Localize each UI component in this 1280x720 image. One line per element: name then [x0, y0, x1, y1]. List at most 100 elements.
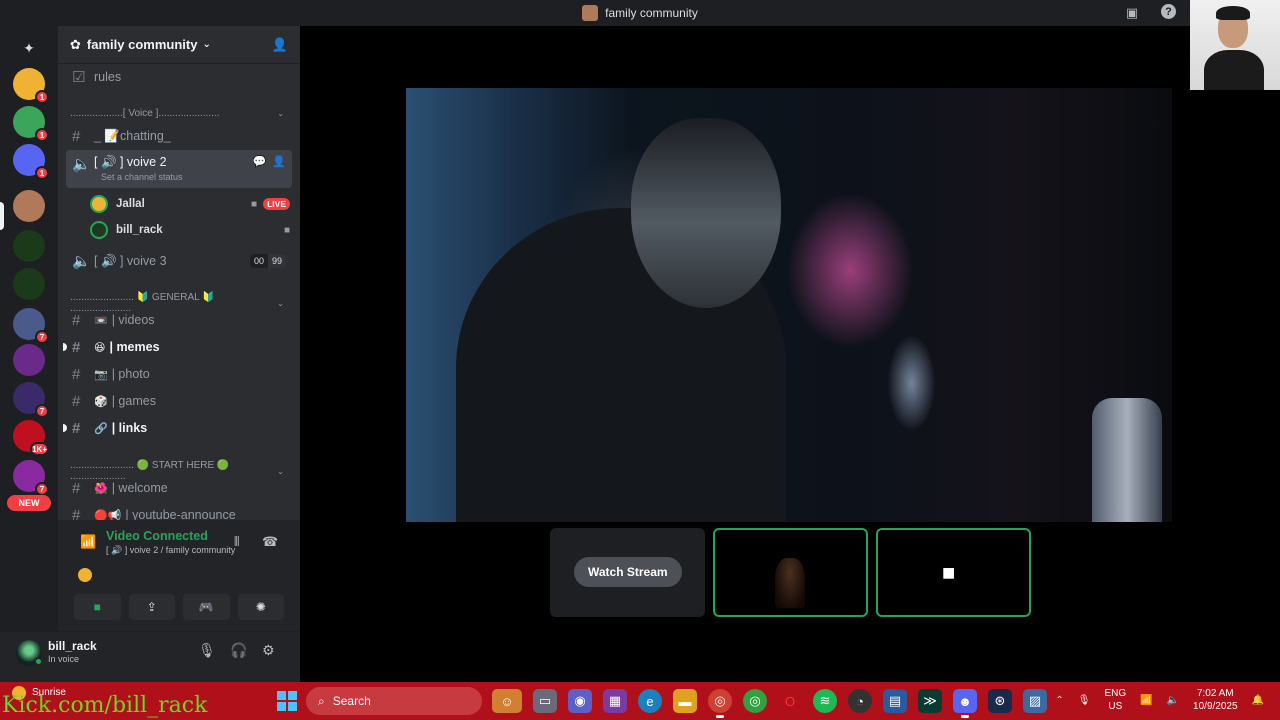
category-voice[interactable]: ...................[ Voice ]............…	[70, 108, 284, 119]
hash-icon: #	[72, 127, 81, 145]
server-icon-server-2[interactable]: 1	[13, 106, 49, 142]
server-icon-server-10[interactable]: 1K+	[13, 420, 49, 456]
store-icon[interactable]: ▦	[603, 689, 627, 713]
server-icon-discord-server[interactable]: 1	[13, 144, 49, 180]
notification-bell-icon[interactable]: 🔔	[1252, 695, 1264, 706]
voice-status-title[interactable]: Video Connected	[106, 529, 208, 543]
channel-links[interactable]: # 🔗 | links	[63, 415, 292, 441]
speaker-icon: 🔈	[72, 253, 91, 270]
speaker-icon: 🔈	[72, 156, 91, 173]
stream-tile[interactable]: Watch Stream	[550, 528, 705, 617]
server-icon-server-7[interactable]: 7	[13, 308, 49, 344]
participant-video-tile[interactable]	[713, 528, 868, 617]
channel-games[interactable]: # 🎲 | games	[66, 388, 292, 414]
invite-icon[interactable]: 👤	[272, 155, 286, 168]
participant-face	[775, 558, 805, 608]
server-icon-server-1[interactable]: 1	[13, 68, 49, 104]
channel-label: | videos	[111, 313, 155, 327]
microphone-tray-icon[interactable]: 🎙	[1078, 695, 1091, 706]
clock-date: 10/9/2025	[1193, 700, 1238, 712]
photos-app-icon[interactable]: ▨	[1023, 689, 1047, 713]
server-icon-server-8[interactable]	[13, 344, 45, 376]
taskbar-clock[interactable]: 7:02 AM 10/9/2025	[1193, 688, 1238, 713]
edge-browser-icon[interactable]: e	[638, 689, 662, 713]
chevron-up-icon[interactable]: ⌃	[1055, 695, 1063, 706]
chat-icon[interactable]: 💬	[253, 155, 267, 168]
channel-chatting[interactable]: # _ 📝chatting_	[66, 123, 292, 149]
volume-icon[interactable]: 🔈	[1167, 695, 1179, 706]
user-name[interactable]: bill_rack	[48, 639, 97, 653]
channel-videos[interactable]: # 📼 | videos	[66, 307, 292, 333]
voice-user-bill-rack[interactable]: bill_rack ■	[90, 218, 290, 242]
channel-photo[interactable]: # 📷 | photo	[66, 361, 292, 387]
teams-chat-icon[interactable]: ◉	[568, 689, 592, 713]
noise-suppression-icon[interactable]: ⫴	[234, 534, 239, 550]
settings-gear-icon[interactable]: ⚙	[262, 642, 275, 659]
channel-youtube-announce[interactable]: # 🔴📢 | youtube-announce	[66, 502, 292, 521]
count-current: 00	[249, 254, 268, 268]
region-code: US	[1108, 700, 1123, 712]
chrome-browser-icon[interactable]: ◎	[708, 689, 732, 718]
discord-taskbar-icon[interactable]: ☻	[953, 689, 977, 718]
opera-browser-icon[interactable]: O	[778, 689, 802, 713]
channel-welcome[interactable]: # 🌺 | welcome	[66, 475, 292, 501]
activity-button[interactable]: 🎮	[183, 594, 230, 620]
channel-memes[interactable]: # 😆 | memes	[63, 334, 292, 360]
screen-share-button[interactable]: ⇪	[128, 594, 175, 620]
camera-button[interactable]: ■	[74, 594, 121, 620]
avatar	[90, 195, 108, 213]
obs-studio-icon[interactable]: ◔	[848, 689, 872, 713]
server-icon-server-9[interactable]: 7	[13, 382, 49, 418]
spotify-icon[interactable]: ≋	[813, 689, 837, 713]
community-icon: ✿	[70, 36, 81, 52]
channel-voive-3[interactable]: 🔈 [ 🔊 ] voive 3 00 99	[66, 248, 292, 274]
mention-badge: 1	[35, 166, 49, 180]
guild-header[interactable]: ✿ family community ⌄ 👤	[58, 26, 300, 64]
language-indicator[interactable]: ENG US	[1104, 688, 1126, 713]
hash-icon: #	[72, 365, 81, 383]
voice-user-name: Jallal	[116, 198, 145, 210]
server-icon-family-community[interactable]	[13, 190, 45, 222]
disconnect-icon[interactable]: ☎	[262, 534, 278, 550]
server-icon-server-11[interactable]: 7	[13, 460, 49, 496]
participant-camera-tile[interactable]: ■	[876, 528, 1031, 617]
channel-label: _ 📝chatting_	[94, 128, 171, 143]
headphones-icon[interactable]: 🎧	[230, 642, 247, 659]
mention-badge: 1K+	[30, 442, 49, 456]
file-explorer-icon[interactable]: ▬	[673, 689, 697, 713]
inbox-icon[interactable]: ▣	[1123, 4, 1141, 22]
server-icon-server-6[interactable]	[13, 268, 45, 300]
discord-home-icon[interactable]: ✦	[13, 32, 45, 64]
microphone-icon[interactable]: 🎙	[198, 642, 216, 659]
focused-video-stream[interactable]	[406, 88, 1172, 522]
invite-icon[interactable]: 👤	[272, 37, 288, 53]
taskbar-apps: ☺ ▭ ◉ ▦ e ▬ ◎ ◎ O ≋ ◔ ▤ ≫ ☻ ⊛ ▨	[492, 689, 1047, 718]
signal-icon[interactable]: 📶	[80, 534, 96, 550]
task-view-icon[interactable]: ▭	[533, 689, 557, 713]
channel-label: rules	[94, 70, 122, 84]
taskbar-search[interactable]: ⌕ Search	[306, 687, 482, 715]
server-icon-server-5[interactable]	[13, 230, 45, 262]
watch-stream-button[interactable]: Watch Stream	[574, 557, 682, 587]
mention-badge: 7	[35, 404, 49, 418]
soundboard-button[interactable]: ✺	[237, 594, 284, 620]
link-emoji-icon: 🔗	[94, 422, 108, 435]
voice-status-subtitle[interactable]: [ 🔊 ] voive 2 / family community	[106, 545, 235, 556]
terminal-app-icon[interactable]: ≫	[918, 689, 942, 713]
steam-icon[interactable]: ⊛	[988, 689, 1012, 713]
wifi-icon[interactable]: 📶	[1140, 695, 1152, 706]
user-limit-counter: 00 99	[249, 254, 286, 268]
remote-desktop-icon[interactable]: ▤	[883, 689, 907, 713]
set-channel-status[interactable]: Set a channel status	[101, 172, 183, 182]
channel-voive-2[interactable]: 🔈 [ 🔊 ] voive 2 💬 👤 Set a channel status	[66, 150, 292, 188]
help-icon[interactable]: ?	[1161, 4, 1176, 19]
people-widget-icon[interactable]: ☺	[492, 689, 522, 713]
live-badge: LIVE	[263, 198, 290, 210]
channel-sidebar: ✿ family community ⌄ 👤 ☑ rules .........…	[58, 26, 300, 520]
voice-user-jallal[interactable]: Jallal ■ LIVE	[90, 192, 290, 216]
channel-rules[interactable]: ☑ rules	[66, 64, 292, 90]
activity-avatar[interactable]	[76, 566, 94, 584]
hash-icon: #	[72, 338, 81, 356]
chrome-profile-icon[interactable]: ◎	[743, 689, 767, 713]
windows-start-icon[interactable]	[277, 691, 297, 711]
